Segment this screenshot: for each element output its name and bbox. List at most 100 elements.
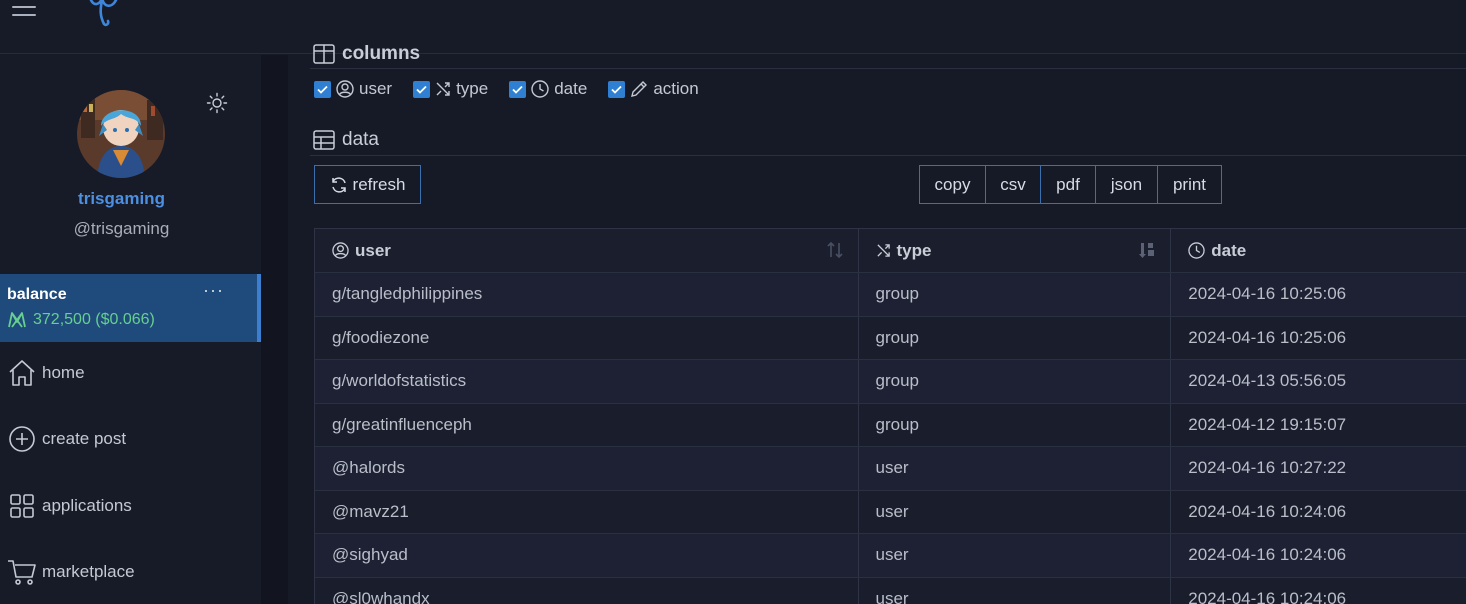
cell-type: user (859, 490, 1172, 533)
cell-date: 2024-04-16 10:25:06 (1188, 327, 1347, 347)
plus-circle-icon (7, 424, 37, 454)
cell-date: 2024-04-13 05:56:05 (1188, 371, 1347, 391)
cell-type: group (859, 316, 1172, 359)
refresh-button[interactable]: refresh (314, 165, 421, 204)
column-header-date[interactable]: date (1171, 229, 1466, 272)
column-header-user[interactable]: user (315, 229, 859, 272)
sidebar-scroll-gutter[interactable] (261, 55, 288, 604)
column-toggle-user[interactable]: user (314, 79, 392, 99)
cell-date: 2024-04-16 10:25:06 (1188, 284, 1347, 304)
copy-button[interactable]: copy (920, 166, 986, 203)
export-button-group: copy csv pdf json print (919, 165, 1222, 204)
sidebar-item-applications[interactable]: applications (0, 480, 261, 532)
column-header-type[interactable]: type (859, 229, 1172, 272)
top-bar (0, 0, 1466, 54)
cell-type: group (859, 273, 1172, 316)
user-circle-icon (336, 80, 354, 98)
cell-date: 2024-04-12 19:15:07 (1188, 414, 1347, 434)
pdf-button[interactable]: pdf (1041, 166, 1096, 203)
divider (310, 68, 1466, 69)
cell-type: group (859, 403, 1172, 446)
sidebar-item-label: home (42, 363, 85, 382)
table-icon (313, 130, 335, 150)
cell-user[interactable]: @halords (315, 447, 859, 490)
brand-logo-icon[interactable] (84, 0, 124, 28)
cell-type: group (859, 360, 1172, 403)
divider (310, 155, 1466, 156)
column-header-label: type (896, 240, 932, 260)
cell-user[interactable]: g/foodiezone (315, 316, 859, 359)
shuffle-icon (435, 81, 451, 97)
checkbox[interactable] (608, 80, 626, 98)
pencil-icon (630, 80, 648, 98)
sidebar-item-marketplace[interactable]: marketplace (0, 546, 261, 598)
csv-button[interactable]: csv (986, 166, 1041, 203)
clock-icon (1188, 242, 1205, 259)
cell-user[interactable]: g/worldofstatistics (315, 360, 859, 403)
data-title: data (342, 129, 379, 150)
cell-user[interactable]: @mavz21 (315, 490, 859, 533)
columns-heading: columns (313, 43, 420, 65)
cell-date: 2024-04-16 10:24:06 (1188, 588, 1347, 604)
column-toggle-date[interactable]: date (509, 79, 587, 99)
balance-card[interactable]: balance ··· 372,500 ($0.066) (0, 274, 261, 342)
cell-type: user (859, 447, 1172, 490)
main-content: columns user type date action data refre… (288, 43, 1466, 604)
column-toggle-type[interactable]: type (413, 79, 488, 99)
avatar[interactable] (77, 90, 165, 178)
column-toggle-label: user (359, 79, 393, 98)
currency-icon (8, 312, 26, 328)
data-heading: data (313, 129, 379, 151)
balance-amount: 372,500 ($0.066) (33, 311, 155, 328)
sidebar: trisgaming @trisgaming balance ··· 372,5… (0, 55, 261, 604)
clock-icon (531, 80, 549, 98)
cell-user[interactable]: @sighyad (315, 534, 859, 577)
sidebar-item-label: applications (42, 496, 132, 515)
shuffle-icon (876, 243, 891, 258)
profile-display-name[interactable]: trisgaming (0, 189, 243, 209)
table-row[interactable]: g/greatinfluenceph group 2024-04-12 19:1… (315, 403, 1466, 447)
sun-icon[interactable] (206, 92, 228, 114)
table-row[interactable]: @sighyad user 2024-04-16 10:24:06 (315, 534, 1466, 578)
sort-updown-icon[interactable] (826, 241, 844, 259)
table-row[interactable]: @mavz21 user 2024-04-16 10:24:06 (315, 490, 1466, 534)
refresh-label: refresh (352, 174, 406, 194)
cell-date: 2024-04-16 10:27:22 (1188, 458, 1347, 478)
columns-title: columns (342, 43, 421, 64)
checkbox[interactable] (413, 80, 431, 98)
table-row[interactable]: @halords user 2024-04-16 10:27:22 (315, 447, 1466, 491)
column-toggle-label: action (653, 79, 699, 98)
column-toggle-action[interactable]: action (608, 79, 699, 99)
column-header-label: user (355, 240, 391, 260)
json-button[interactable]: json (1096, 166, 1158, 203)
table-row[interactable]: g/worldofstatistics group 2024-04-13 05:… (315, 360, 1466, 404)
print-button[interactable]: print (1158, 166, 1221, 203)
sidebar-item-create-post[interactable]: create post (0, 413, 261, 465)
cell-user[interactable]: g/greatinfluenceph (315, 403, 859, 446)
checkbox[interactable] (314, 80, 331, 98)
column-toggle-label: type (456, 79, 489, 98)
home-icon (7, 358, 37, 388)
balance-title: balance (7, 286, 67, 303)
cell-user[interactable]: @sl0whandx (315, 577, 859, 604)
cell-user[interactable]: g/tangledphilippines (315, 273, 859, 316)
table-row[interactable]: g/tangledphilippines group 2024-04-16 10… (315, 273, 1466, 317)
table-header-row: user type date (315, 229, 1466, 273)
more-options-icon[interactable]: ··· (203, 280, 224, 301)
column-toggles: user type date action (314, 79, 720, 99)
sort-alpha-icon[interactable] (1138, 241, 1156, 259)
checkbox[interactable] (509, 80, 527, 98)
sidebar-item-label: create post (42, 429, 127, 448)
cart-icon (7, 557, 37, 587)
data-table: user type date g/tangledphilippines grou… (314, 228, 1466, 604)
table-row[interactable]: @sl0whandx user 2024-04-16 10:24:06 (315, 577, 1466, 604)
user-circle-icon (332, 242, 349, 259)
table-row[interactable]: g/foodiezone group 2024-04-16 10:25:06 (315, 316, 1466, 360)
cell-type: user (859, 534, 1172, 577)
profile-handle: @trisgaming (73, 219, 170, 238)
sidebar-item-label: marketplace (42, 562, 135, 581)
hamburger-icon[interactable] (12, 0, 38, 22)
column-toggle-label: date (554, 79, 588, 98)
sidebar-item-home[interactable]: home (0, 347, 261, 399)
cell-type: user (859, 577, 1172, 604)
